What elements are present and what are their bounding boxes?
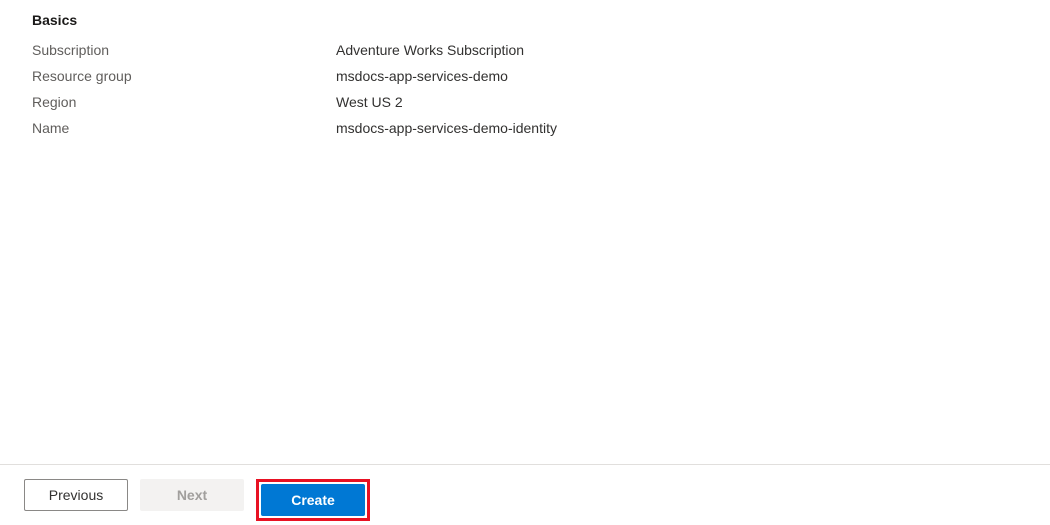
label-subscription: Subscription	[32, 42, 336, 58]
previous-button[interactable]: Previous	[24, 479, 128, 511]
value-resource-group: msdocs-app-services-demo	[336, 68, 508, 84]
summary-section: Basics Subscription Adventure Works Subs…	[0, 0, 1050, 136]
value-subscription: Adventure Works Subscription	[336, 42, 524, 58]
summary-row: Resource group msdocs-app-services-demo	[32, 68, 1018, 84]
value-name: msdocs-app-services-demo-identity	[336, 120, 557, 136]
label-region: Region	[32, 94, 336, 110]
create-button-highlight: Create	[256, 479, 370, 521]
label-name: Name	[32, 120, 336, 136]
summary-row: Region West US 2	[32, 94, 1018, 110]
summary-row: Subscription Adventure Works Subscriptio…	[32, 42, 1018, 58]
create-button[interactable]: Create	[261, 484, 365, 516]
section-heading-basics: Basics	[32, 12, 1018, 28]
value-region: West US 2	[336, 94, 403, 110]
next-button: Next	[140, 479, 244, 511]
summary-row: Name msdocs-app-services-demo-identity	[32, 120, 1018, 136]
label-resource-group: Resource group	[32, 68, 336, 84]
wizard-footer: Previous Next Create	[0, 464, 1050, 525]
